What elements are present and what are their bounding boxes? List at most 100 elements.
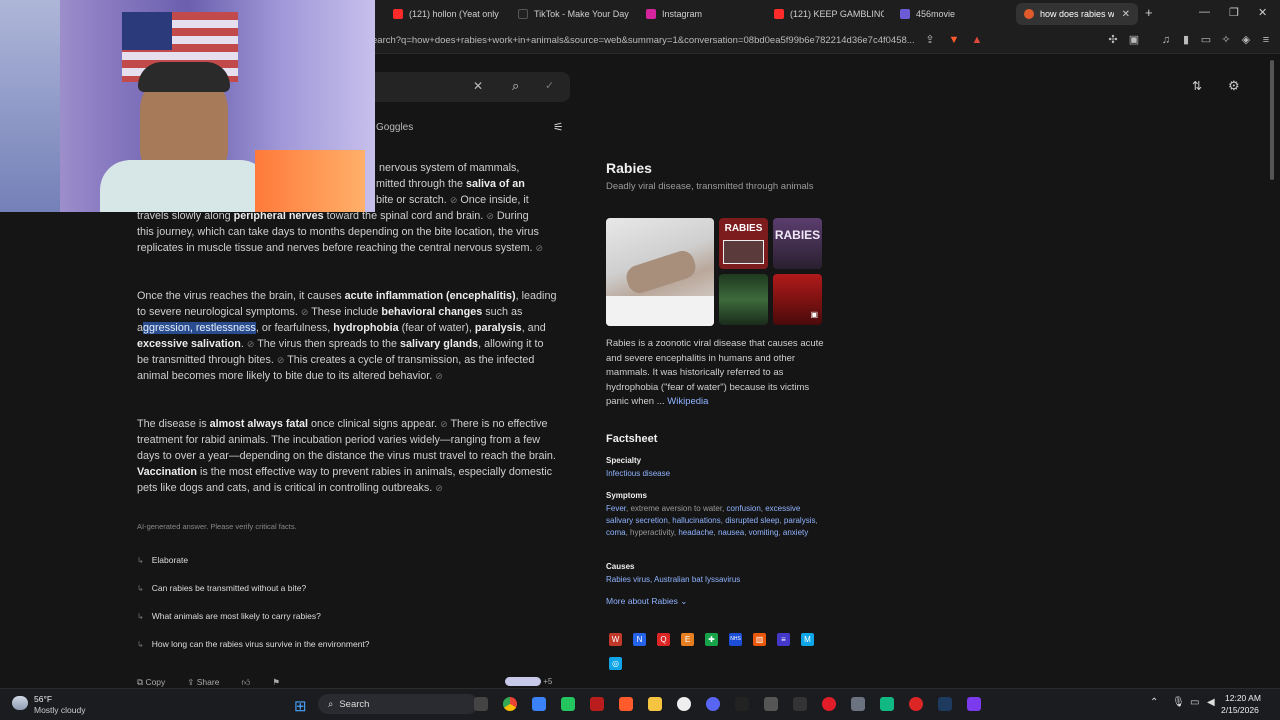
wikipedia-link[interactable]: Wikipedia (667, 396, 708, 407)
clock-date[interactable]: 2/15/2026 (1221, 705, 1259, 715)
specialty-value[interactable]: Infectious disease (606, 468, 826, 480)
tray-chevron-icon[interactable]: ⌃ (1150, 697, 1158, 708)
weather-desc[interactable]: Mostly cloudy (34, 705, 86, 715)
task-view-icon[interactable] (474, 697, 488, 711)
citation-link-icon[interactable]: ⊘ (440, 419, 448, 429)
settings-gear-icon[interactable]: ⚙ (1228, 78, 1240, 94)
source-favicon[interactable]: ▥ (753, 633, 766, 646)
symptom-link[interactable]: nausea (718, 528, 744, 537)
new-tab-button[interactable]: + (1145, 5, 1153, 20)
volume-icon[interactable]: ◀︎ (1207, 697, 1215, 708)
rabies-patient-image[interactable] (606, 218, 714, 326)
windows-start-icon[interactable]: ⊞ (294, 697, 307, 715)
tab-rabies-search[interactable]: how does rabies work ✕ (1016, 3, 1138, 25)
rabies-thumbnail-3[interactable] (719, 274, 768, 325)
minimize-button[interactable]: — (1199, 6, 1210, 18)
check-icon[interactable]: ✓ (545, 79, 554, 92)
leo-ai-icon[interactable]: ✧ (1219, 33, 1233, 47)
symptom-link[interactable]: paralysis (784, 516, 816, 525)
citation-link-icon[interactable]: ⊘ (247, 339, 255, 349)
discord-icon[interactable] (706, 697, 720, 711)
app-icon[interactable] (764, 697, 778, 711)
app-icon[interactable] (880, 697, 894, 711)
rabies-thumbnail-4[interactable]: ▣ (773, 274, 822, 325)
rabies-thumbnail-1[interactable]: RABIES (719, 218, 768, 269)
clear-search-icon[interactable]: ✕ (473, 79, 483, 93)
followup-question[interactable]: ↳ How long can the rabies virus survive i… (137, 636, 370, 652)
steam-icon[interactable] (938, 697, 952, 711)
menu-icon[interactable]: ≡ (1259, 33, 1273, 47)
tab-instagram[interactable]: Instagram (638, 3, 758, 25)
source-favicon[interactable]: NHS (729, 633, 742, 646)
thumbs-up-icon[interactable]: 👍︎ (241, 677, 250, 688)
brave-icon[interactable] (619, 697, 633, 711)
clock-time[interactable]: 12:20 AM (1225, 693, 1261, 703)
symptom-link[interactable]: headache (678, 528, 713, 537)
close-tab-icon[interactable]: ✕ (1122, 9, 1130, 20)
followup-question[interactable]: ↳ What animals are most likely to carry r… (137, 608, 321, 624)
source-favicon[interactable]: ◎ (609, 657, 622, 670)
sidebar-icon[interactable]: ▮ (1179, 33, 1193, 47)
symptom-link[interactable]: anxiety (783, 528, 808, 537)
maximize-button[interactable]: ❐ (1229, 6, 1239, 19)
taskbar-search[interactable]: ⌕ Search (318, 694, 478, 714)
source-favicon[interactable]: ≡ (777, 633, 790, 646)
file-explorer-icon[interactable] (648, 697, 662, 711)
chrome-icon[interactable] (503, 697, 517, 711)
source-favicon[interactable]: ✚ (705, 633, 718, 646)
sources-stack[interactable]: +5 (505, 677, 552, 687)
search-icon[interactable]: ⌕ (512, 78, 519, 94)
mic-icon[interactable]: 🎙︎ (1172, 697, 1185, 708)
weather-temp[interactable]: 56°F (34, 694, 52, 704)
share-button[interactable]: ⇪ Share (187, 677, 219, 688)
extensions-icon[interactable]: ✣ (1106, 33, 1120, 47)
share-page-icon[interactable]: ⇪ (923, 33, 937, 47)
citation-link-icon[interactable]: ⊘ (435, 371, 443, 381)
source-favicon[interactable]: W (609, 633, 622, 646)
symptom-link[interactable]: disrupted sleep (725, 516, 779, 525)
terminal-icon[interactable] (735, 697, 749, 711)
goggles-tab[interactable]: Goggles (376, 122, 413, 133)
scrollbar-thumb[interactable] (1270, 60, 1274, 180)
followup-elaborate[interactable]: ↳ Elaborate (137, 552, 188, 568)
tab-youtube-keep-gambling[interactable]: (121) KEEP GAMBLING sp (766, 3, 884, 25)
tab-youtube-hollon[interactable]: (121) hollon (Yeat only (385, 3, 503, 25)
citation-link-icon[interactable]: ⊘ (435, 483, 443, 493)
causes-value[interactable]: Rabies virus, Australian bat lyssavirus (606, 574, 826, 586)
more-about-rabies-link[interactable]: More about Rabies ⌄ (606, 596, 687, 607)
wallet-icon[interactable]: ▭ (1199, 33, 1213, 47)
source-favicon[interactable]: M (801, 633, 814, 646)
citation-link-icon[interactable]: ⊘ (450, 195, 458, 205)
source-favicon[interactable]: E (681, 633, 694, 646)
opera-icon[interactable] (822, 697, 836, 711)
citation-link-icon[interactable]: ⊘ (301, 307, 309, 317)
close-window-button[interactable]: ✕ (1258, 6, 1267, 19)
vpn-icon[interactable]: ◈ (1239, 33, 1253, 47)
thumbs-down-icon[interactable]: ⚑ (272, 677, 280, 688)
app-icon[interactable] (590, 697, 604, 711)
screenshot-icon[interactable]: ▣ (1127, 33, 1141, 47)
xbox-icon[interactable] (561, 697, 575, 711)
media-icon[interactable]: ♫ (1159, 33, 1173, 47)
copy-button[interactable]: ⧉ Copy (137, 677, 165, 688)
app-icon[interactable] (909, 697, 923, 711)
source-favicon[interactable]: N (633, 633, 646, 646)
rabies-thumbnail-2[interactable]: RABIES (773, 218, 822, 269)
filter-icon[interactable]: ⚟ (553, 120, 564, 134)
tab-tiktok[interactable]: TikTok - Make Your Day (510, 3, 630, 25)
network-icon[interactable]: ▭ (1190, 697, 1199, 708)
citation-link-icon[interactable]: ⊘ (486, 211, 494, 221)
brave-shields-icon[interactable]: ▼ (947, 33, 961, 47)
followup-question[interactable]: ↳ Can rabies be transmitted without a bit… (137, 580, 306, 596)
obs-icon[interactable] (851, 697, 865, 711)
app-icon[interactable] (793, 697, 807, 711)
sort-icon[interactable]: ⇅ (1192, 79, 1202, 93)
page-scrollbar[interactable] (1268, 60, 1276, 680)
symptom-link[interactable]: vomiting (749, 528, 779, 537)
capcut-icon[interactable] (677, 697, 691, 711)
copilot-icon[interactable] (532, 697, 546, 711)
url-field[interactable]: earch?q=how+does+rabies+work+in+animals&… (372, 35, 915, 46)
symptom-link[interactable]: hallucinations (672, 516, 720, 525)
citation-link-icon[interactable]: ⊘ (277, 355, 285, 365)
symptom-link[interactable]: coma (606, 528, 626, 537)
